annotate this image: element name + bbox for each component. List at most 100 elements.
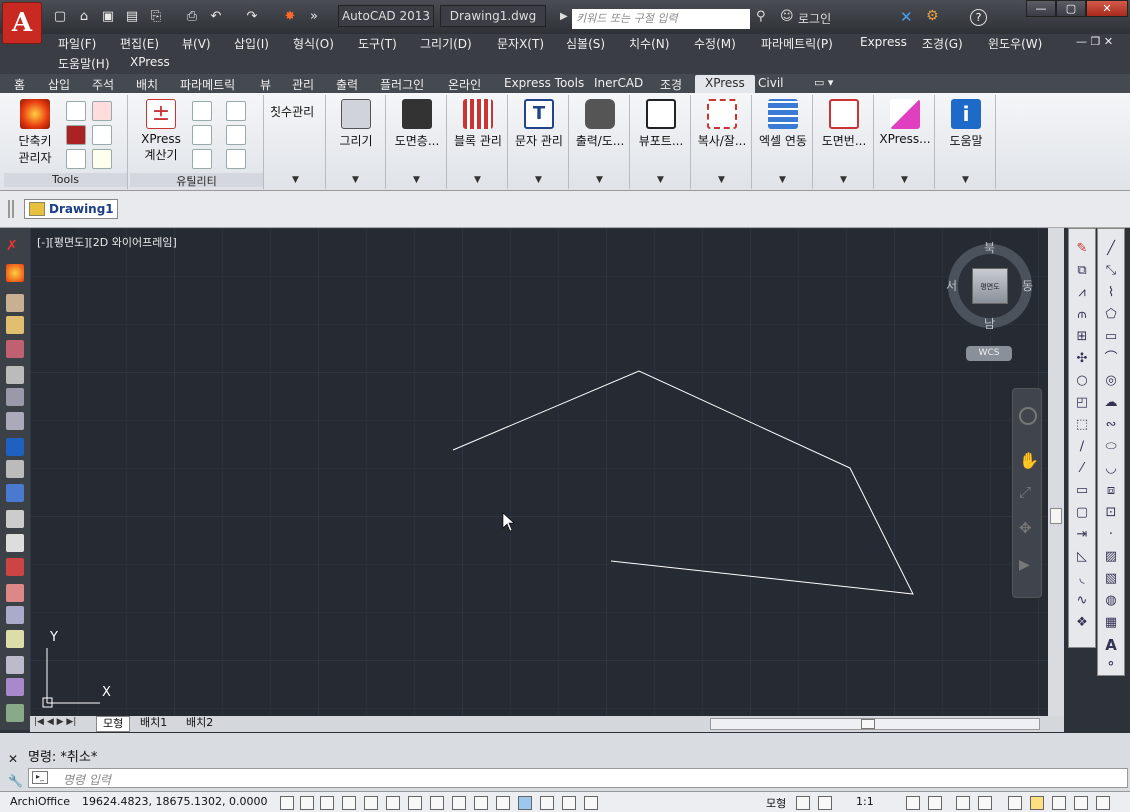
tab-civil[interactable]: Civil bbox=[758, 76, 783, 90]
tab-insert[interactable]: 삽입 bbox=[48, 76, 70, 93]
tab-view[interactable]: 뷰 bbox=[260, 76, 271, 93]
panel-expand-icon[interactable]: ▼ bbox=[814, 175, 873, 185]
array-icon[interactable]: ⊞ bbox=[1074, 329, 1090, 345]
menu-item-insert[interactable]: 삽입(I) bbox=[234, 35, 269, 52]
menu-item-landscape[interactable]: 조경(G) bbox=[922, 35, 963, 52]
tool-icon[interactable] bbox=[6, 630, 24, 648]
quick-view-layouts-icon[interactable] bbox=[796, 796, 810, 810]
make-block-icon[interactable]: ⊡ bbox=[1103, 505, 1119, 521]
pan-icon[interactable]: ✋ bbox=[1019, 451, 1039, 470]
help-icon[interactable]: ? bbox=[970, 9, 987, 26]
panel-expand-icon[interactable]: ▼ bbox=[570, 175, 629, 185]
print-icon[interactable]: ⎙ bbox=[184, 9, 200, 25]
tool-icon[interactable] bbox=[6, 484, 24, 502]
region-icon[interactable]: ◍ bbox=[1103, 593, 1119, 609]
binoculars-icon[interactable]: ⚲ bbox=[756, 9, 766, 24]
panel-expand-icon[interactable]: ▼ bbox=[266, 175, 325, 185]
menu-item-parametric[interactable]: 파라메트릭(P) bbox=[761, 35, 833, 52]
tab-grip-icon[interactable] bbox=[8, 200, 14, 218]
command-close-icon[interactable]: ✕ bbox=[8, 752, 18, 766]
select-icon[interactable] bbox=[92, 149, 112, 169]
tab-express-tools[interactable]: Express Tools bbox=[504, 76, 584, 90]
tool-icon[interactable] bbox=[6, 412, 24, 430]
more-icon[interactable]: » bbox=[306, 9, 322, 25]
draw-button[interactable]: 그리기 bbox=[328, 99, 384, 149]
add-selected-icon[interactable]: ⚬ bbox=[1103, 657, 1119, 673]
menu-item-express[interactable]: Express bbox=[860, 35, 907, 49]
menu-item-view[interactable]: 뷰(V) bbox=[182, 35, 211, 52]
burst-icon[interactable]: ✸ bbox=[282, 9, 298, 25]
annotation-monitor-icon[interactable] bbox=[584, 796, 598, 810]
tab-layout[interactable]: 배치 bbox=[136, 76, 158, 93]
horizontal-scrollbar[interactable] bbox=[710, 718, 1040, 730]
tool-icon[interactable] bbox=[6, 316, 24, 334]
grid-icon[interactable] bbox=[320, 796, 334, 810]
erase-icon[interactable]: ✎ bbox=[1074, 241, 1090, 257]
cursor-coordinates[interactable]: 19624.4823, 18675.1302, 0.0000 bbox=[82, 795, 267, 808]
vertical-scrollbar[interactable] bbox=[1048, 228, 1064, 716]
copy-icon[interactable]: ⧉ bbox=[1074, 263, 1090, 279]
ribbon-options-icon[interactable]: ▭ ▾ bbox=[814, 76, 833, 89]
user-icon[interactable]: ☺ bbox=[780, 9, 794, 24]
transparency-icon[interactable] bbox=[518, 796, 532, 810]
gradient-icon[interactable]: ▧ bbox=[1103, 571, 1119, 587]
shortcut-manager-button[interactable]: 단축키 관리자 bbox=[10, 99, 60, 166]
publish-icon[interactable]: ⎘ bbox=[148, 9, 164, 25]
tool-icon[interactable] bbox=[6, 656, 24, 674]
exchange-icon[interactable]: ✕ bbox=[900, 8, 913, 26]
hardware-acceleration-icon[interactable] bbox=[1030, 796, 1044, 810]
trim-icon[interactable]: ∕ bbox=[1074, 439, 1090, 455]
text-style-icon[interactable] bbox=[92, 125, 112, 145]
angle-icon[interactable] bbox=[226, 101, 246, 121]
panel-expand-icon[interactable]: ▼ bbox=[448, 175, 507, 185]
osnap-icon[interactable] bbox=[386, 796, 400, 810]
chamfer-icon[interactable]: ◺ bbox=[1074, 549, 1090, 565]
ducs-icon[interactable] bbox=[452, 796, 466, 810]
image-icon[interactable] bbox=[92, 101, 112, 121]
ortho-icon[interactable] bbox=[342, 796, 356, 810]
snap-icon[interactable] bbox=[226, 125, 246, 145]
maximize-button[interactable]: ▢ bbox=[1056, 0, 1086, 17]
mtext-icon[interactable]: A bbox=[1103, 637, 1119, 653]
menu-item-window[interactable]: 윈도우(W) bbox=[988, 35, 1042, 52]
help-button[interactable]: i 도움말 bbox=[938, 99, 994, 149]
3d-osnap-icon[interactable] bbox=[408, 796, 422, 810]
command-input-box[interactable]: ▸_ 명령 입력 bbox=[28, 768, 1128, 788]
circle-icon[interactable]: ◎ bbox=[1103, 373, 1119, 389]
block-manager-button[interactable]: 블록 관리 bbox=[450, 99, 506, 149]
menu-item-draw[interactable]: 그리기(D) bbox=[420, 35, 472, 52]
break-point-icon[interactable]: ▢ bbox=[1074, 505, 1090, 521]
redo-icon[interactable]: ↷ bbox=[244, 9, 260, 25]
search-expand-icon[interactable]: ▶ bbox=[560, 11, 568, 22]
tool-icon[interactable] bbox=[6, 534, 24, 552]
polar-icon[interactable] bbox=[364, 796, 378, 810]
tab-home[interactable]: 홈 bbox=[14, 76, 25, 93]
excel-link-button[interactable]: 엑셀 연동 bbox=[755, 99, 811, 149]
tool-icon[interactable] bbox=[6, 558, 24, 576]
panel-expand-icon[interactable]: ▼ bbox=[875, 175, 934, 185]
blend-icon[interactable]: ∿ bbox=[1074, 593, 1090, 609]
insert-block-icon[interactable]: ⧈ bbox=[1103, 483, 1119, 499]
line-icon[interactable]: ╱ bbox=[1103, 241, 1119, 257]
panel-expand-icon[interactable]: ▼ bbox=[936, 175, 995, 185]
extend-icon[interactable]: ⁄ bbox=[1074, 461, 1090, 477]
ellipse-arc-icon[interactable]: ◡ bbox=[1103, 461, 1119, 477]
application-menu-button[interactable]: A bbox=[2, 2, 42, 44]
polygon-icon[interactable]: ⬠ bbox=[1103, 307, 1119, 323]
polyline-icon[interactable]: ⌇ bbox=[1103, 285, 1119, 301]
menu-item-text[interactable]: 문자X(T) bbox=[497, 35, 544, 52]
compass-south[interactable]: 남 bbox=[984, 315, 995, 332]
tool-icon[interactable] bbox=[6, 584, 24, 602]
tool-icon[interactable] bbox=[6, 460, 24, 478]
menu-item-xpress[interactable]: XPress bbox=[130, 55, 170, 69]
tab-landscape[interactable]: 조경 bbox=[660, 76, 682, 93]
viewport-button[interactable]: 뷰포트... bbox=[633, 99, 689, 149]
save-icon[interactable]: ▣ bbox=[100, 9, 116, 25]
lock-icon[interactable] bbox=[978, 796, 992, 810]
text-manager-button[interactable]: T 문자 관리 bbox=[511, 99, 567, 149]
tab-manage[interactable]: 관리 bbox=[292, 76, 314, 93]
steering-wheel-icon[interactable] bbox=[1019, 407, 1037, 425]
xpress-settings-button[interactable]: XPress... bbox=[877, 99, 933, 146]
copy-trim-button[interactable]: 복사/잘... bbox=[694, 99, 750, 149]
isolate-objects-icon[interactable] bbox=[1052, 796, 1066, 810]
